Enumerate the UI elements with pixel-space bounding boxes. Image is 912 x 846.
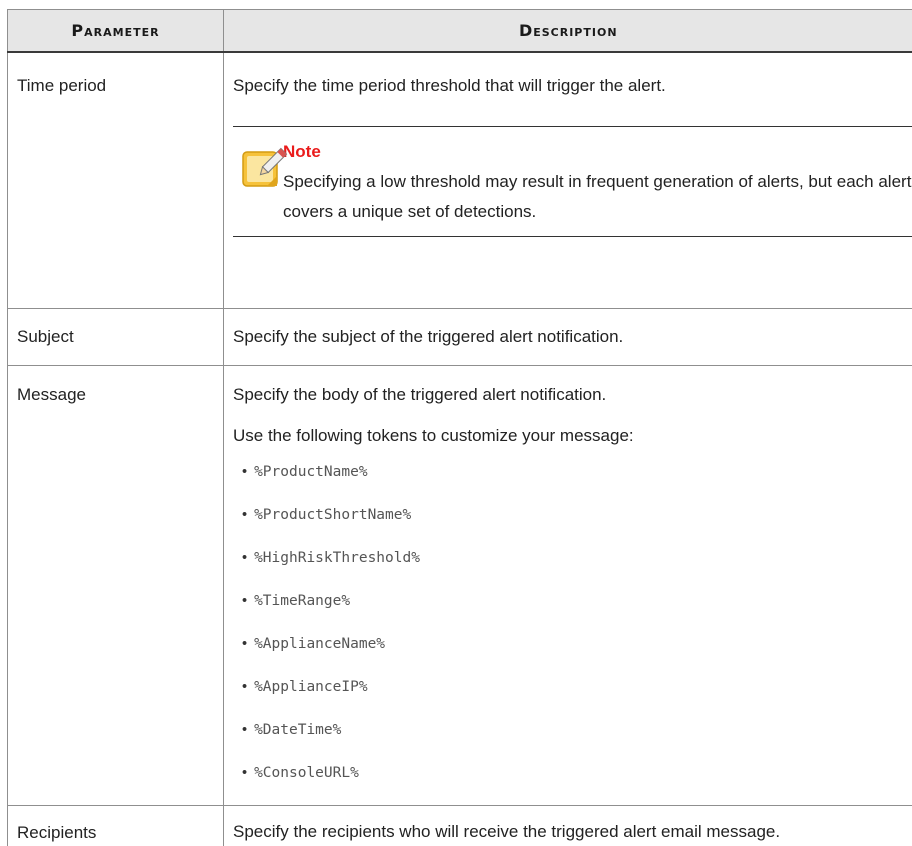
list-item: •%ConsoleURL% — [242, 762, 912, 805]
token-text: %ApplianceName% — [254, 636, 385, 652]
list-item: •%HighRiskThreshold% — [242, 547, 912, 590]
description-text: Specify the recipients who will receive … — [233, 820, 853, 844]
parameter-cell: Recipients — [8, 805, 224, 846]
token-text: %ProductShortName% — [254, 507, 411, 523]
description-cell: Specify the recipients who will receive … — [224, 805, 912, 846]
list-item: •%TimeRange% — [242, 590, 912, 633]
description-cell: Specify the time period threshold that w… — [224, 52, 912, 308]
note-box: Note Specifying a low threshold may resu… — [233, 126, 912, 237]
token-text: %ApplianceIP% — [254, 679, 368, 695]
description-text-2: Use the following tokens to customize yo… — [233, 423, 912, 449]
list-item: •%ProductName% — [242, 461, 912, 504]
list-item: •%ApplianceIP% — [242, 676, 912, 719]
parameter-cell: Time period — [8, 52, 224, 308]
note-pencil-icon — [241, 144, 289, 192]
token-text: %TimeRange% — [254, 593, 350, 609]
description-text: Specify the body of the triggered alert … — [233, 382, 912, 408]
document-page: Parameter Description Time period Specif… — [0, 0, 912, 825]
parameter-table: Parameter Description Time period Specif… — [7, 9, 912, 846]
description-text: Specify the subject of the triggered ale… — [233, 324, 912, 350]
token-text: %DateTime% — [254, 722, 341, 738]
parameter-cell: Message — [8, 365, 224, 805]
token-text: %ProductName% — [254, 464, 368, 480]
description-cell: Specify the body of the triggered alert … — [224, 365, 912, 805]
parameter-column-header: Parameter — [8, 10, 224, 53]
token-text: %HighRiskThreshold% — [254, 550, 420, 566]
description-text: Specify the time period threshold that w… — [233, 73, 912, 99]
description-cell: Specify the subject of the triggered ale… — [224, 308, 912, 365]
parameter-cell: Subject — [8, 308, 224, 365]
note-title: Note — [283, 141, 912, 163]
note-text: Specifying a low threshold may result in… — [283, 167, 912, 227]
table-row: Message Specify the body of the triggere… — [8, 365, 912, 805]
list-item: •%DateTime% — [242, 719, 912, 762]
token-list: •%ProductName% •%ProductShortName% •%Hig… — [233, 461, 912, 805]
table-row: Recipients Specify the recipients who wi… — [8, 805, 912, 846]
description-column-header: Description — [224, 10, 912, 53]
table-header-row: Parameter Description — [8, 10, 912, 53]
table-row: Time period Specify the time period thre… — [8, 52, 912, 308]
list-item: •%ProductShortName% — [242, 504, 912, 547]
table-row: Subject Specify the subject of the trigg… — [8, 308, 912, 365]
list-item: •%ApplianceName% — [242, 633, 912, 676]
token-text: %ConsoleURL% — [254, 765, 359, 781]
